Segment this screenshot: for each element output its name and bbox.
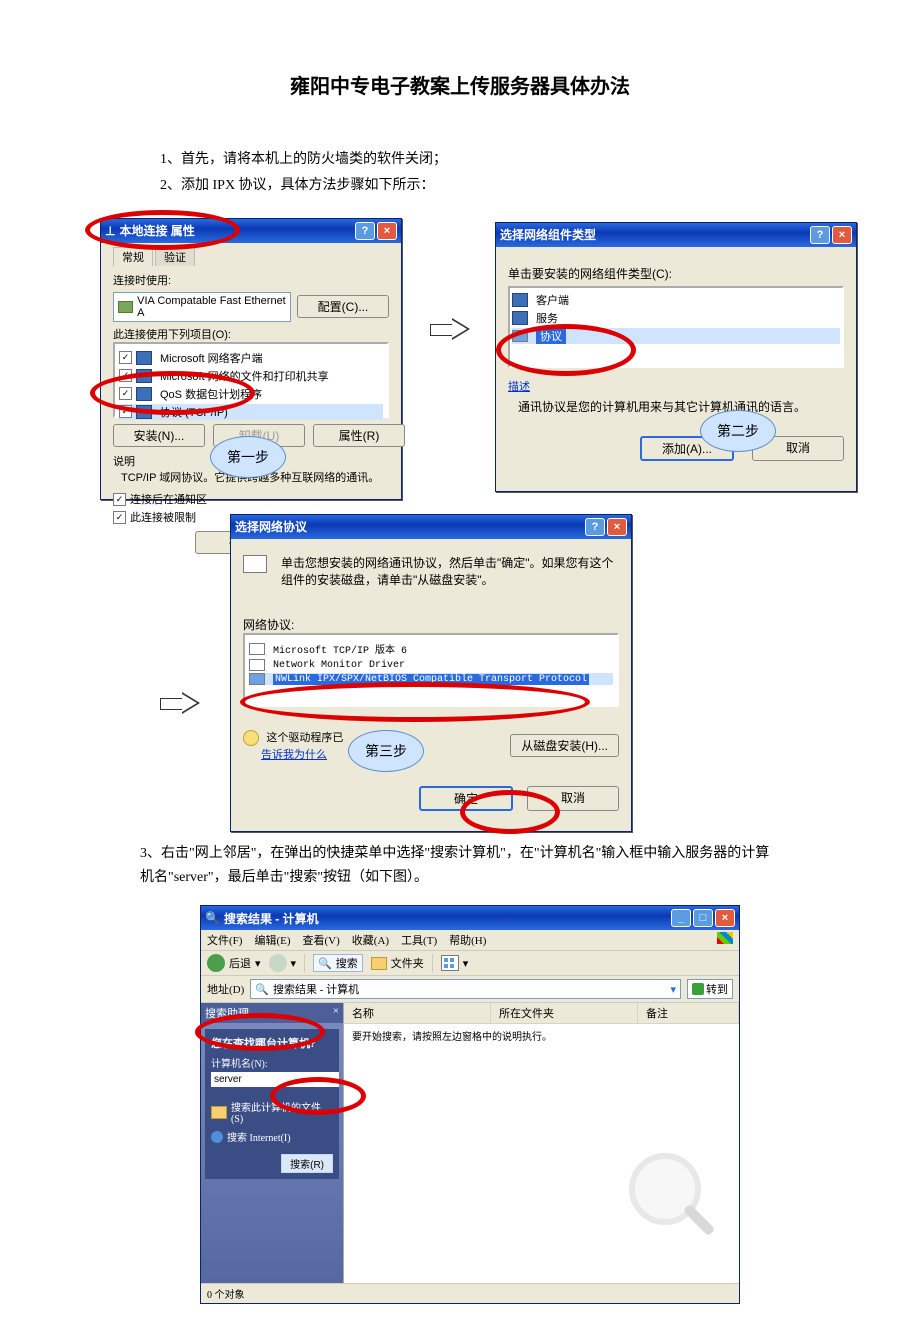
menu-help[interactable]: 帮助(H) xyxy=(449,932,486,948)
folders-button[interactable]: 文件夹 xyxy=(371,955,424,971)
step-bubble-3: 第三步 xyxy=(348,730,424,772)
dialog2-title-text: 选择网络组件类型 xyxy=(500,226,596,243)
figure-row-1: ⊥ 本地连接 属性 ? × 常规 验证 连接时使用: VIA Compatabl… xyxy=(100,218,820,508)
instruction-step-3: 3、右击"网上邻居"，在弹出的快捷菜单中选择"搜索计算机"，在"计算机名"输入框… xyxy=(140,842,780,890)
toolbar: 后退 ▾ ▾ 🔍搜索 文件夹 ▾ xyxy=(201,951,739,976)
annotation-circle-install xyxy=(90,371,255,415)
annotation-circle-title xyxy=(85,210,240,250)
folder-icon xyxy=(211,1106,227,1119)
go-button[interactable]: 转到 xyxy=(687,979,733,999)
component-prompt: 单击要安装的网络组件类型(C): xyxy=(508,265,844,282)
instruction-step-2: 2、添加 IPX 协议，具体方法步骤如下所示： xyxy=(160,175,820,197)
back-button[interactable]: 后退 ▾ xyxy=(207,954,261,972)
protocol-tcpip6[interactable]: Microsoft TCP/IP 版本 6 xyxy=(249,641,613,657)
computer-name-label: 计算机名(N): xyxy=(211,1055,333,1070)
close-icon[interactable]: × xyxy=(832,226,852,244)
column-folder[interactable]: 所在文件夹 xyxy=(491,1003,638,1023)
instruction-step-1: 1、首先，请将本机上的防火墙类的软件关闭； xyxy=(160,149,820,171)
menu-tools[interactable]: 工具(T) xyxy=(401,932,437,948)
client-icon xyxy=(512,293,528,307)
service-icon xyxy=(512,311,528,325)
forward-button[interactable]: ▾ xyxy=(269,954,297,972)
notify-checkbox[interactable]: ✓连接后在通知区 xyxy=(113,491,389,507)
install-button[interactable]: 安装(N)... xyxy=(113,424,205,447)
column-remark[interactable]: 备注 xyxy=(638,1003,739,1023)
search-button[interactable]: 搜索(R) xyxy=(281,1154,333,1173)
menu-file[interactable]: 文件(F) xyxy=(207,932,242,948)
document-title: 雍阳中专电子教案上传服务器具体办法 xyxy=(100,70,820,99)
search-title-text: 搜索结果 - 计算机 xyxy=(224,910,319,927)
step-bubble-1: 第一步 xyxy=(210,436,286,478)
dialog2-titlebar: 选择网络组件类型 ? × xyxy=(496,223,856,247)
properties-button[interactable]: 属性(R) xyxy=(313,424,405,447)
results-pane: 名称 所在文件夹 备注 要开始搜索，请按照左边窗格中的说明执行。 xyxy=(344,1003,739,1283)
item-client[interactable]: ✓Microsoft 网络客户端 xyxy=(119,350,383,366)
search-titlebar: 🔍 搜索结果 - 计算机 _ □ × xyxy=(201,906,739,930)
status-bar: 0 个对象 xyxy=(201,1283,739,1303)
protocol-instruction: 单击您想安装的网络通讯协议，然后单击"确定"。如果您有这个组件的安装磁盘，请单击… xyxy=(281,555,619,589)
help-icon[interactable]: ? xyxy=(355,222,375,240)
certificate-icon xyxy=(243,730,259,746)
close-panel-icon[interactable]: × xyxy=(333,1005,339,1021)
description-header: 描述 xyxy=(508,378,844,394)
views-button[interactable]: ▾ xyxy=(441,955,469,971)
forward-icon xyxy=(269,954,287,972)
driver-signed-text: 这个驱动程序已 xyxy=(266,732,343,744)
help-icon[interactable]: ? xyxy=(585,518,605,536)
column-name[interactable]: 名称 xyxy=(344,1003,491,1023)
folder-icon xyxy=(371,957,387,970)
close-icon[interactable]: × xyxy=(715,909,735,927)
menu-favorites[interactable]: 收藏(A) xyxy=(352,932,389,948)
protocol-list-label: 网络协议: xyxy=(243,616,619,633)
dialog3-titlebar: 选择网络协议 ? × xyxy=(231,515,631,539)
address-bar: 地址(D) 🔍搜索结果 - 计算机▾ 转到 xyxy=(201,976,739,1003)
close-icon[interactable]: × xyxy=(607,518,627,536)
annotation-circle-protocol xyxy=(496,324,636,376)
windows-flag-icon xyxy=(717,932,733,944)
select-network-protocol-dialog: 选择网络协议 ? × 单击您想安装的网络通讯协议，然后单击"确定"。如果您有这个… xyxy=(230,514,632,832)
figure-search-window-container: 🔍 搜索结果 - 计算机 _ □ × 文件(F) 编辑(E) 查看(V) 收藏(… xyxy=(200,905,740,1304)
adapter-name: VIA Compatable Fast Ethernet A xyxy=(137,295,286,319)
magnifier-graphic xyxy=(629,1153,719,1243)
views-icon xyxy=(441,955,459,971)
address-label: 地址(D) xyxy=(207,981,244,997)
globe-icon xyxy=(211,1131,223,1143)
component-description: 通讯协议是您的计算机用来与其它计算机通讯的语言。 xyxy=(518,398,844,416)
figure-row-2: 选择网络协议 ? × 单击您想安装的网络通讯协议，然后单击"确定"。如果您有这个… xyxy=(100,514,820,834)
connect-using-label: 连接时使用: xyxy=(113,272,389,288)
menubar: 文件(F) 编辑(E) 查看(V) 收藏(A) 工具(T) 帮助(H) xyxy=(201,930,739,951)
protocol-icon xyxy=(243,555,267,573)
minimize-icon[interactable]: _ xyxy=(671,909,691,927)
protocol-item-icon xyxy=(249,659,265,671)
search-toolbar-button[interactable]: 🔍搜索 xyxy=(313,954,363,972)
help-icon[interactable]: ? xyxy=(810,226,830,244)
close-icon[interactable]: × xyxy=(377,222,397,240)
nic-icon xyxy=(118,301,133,313)
annotation-circle-ok xyxy=(460,790,560,834)
items-label: 此连接使用下列项目(O): xyxy=(113,326,389,342)
protocol-item-icon xyxy=(249,673,265,685)
configure-button[interactable]: 配置(C)... xyxy=(297,295,389,318)
step-bubble-2: 第二步 xyxy=(700,410,776,452)
dialog3-title-text: 选择网络协议 xyxy=(235,518,307,535)
from-disk-button[interactable]: 从磁盘安装(H)... xyxy=(510,734,619,757)
arrow-icon xyxy=(160,692,200,714)
address-input[interactable]: 🔍搜索结果 - 计算机▾ xyxy=(250,979,681,999)
menu-edit[interactable]: 编辑(E) xyxy=(254,932,290,948)
search-internet-link[interactable]: 搜索 Internet(I) xyxy=(211,1129,333,1144)
back-icon xyxy=(207,954,225,972)
maximize-icon[interactable]: □ xyxy=(693,909,713,927)
component-client[interactable]: 客户端 xyxy=(512,292,840,308)
tell-me-why-link[interactable]: 告诉我为什么 xyxy=(261,749,327,761)
arrow-icon xyxy=(430,318,470,340)
results-hint: 要开始搜索，请按照左边窗格中的说明执行。 xyxy=(344,1024,739,1047)
protocol-item-icon xyxy=(249,643,265,655)
annotation-circle-nwlink xyxy=(240,682,590,722)
go-icon xyxy=(692,983,704,995)
protocol-nmd[interactable]: Network Monitor Driver xyxy=(249,659,613,671)
menu-view[interactable]: 查看(V) xyxy=(303,932,340,948)
component-icon xyxy=(136,351,152,365)
